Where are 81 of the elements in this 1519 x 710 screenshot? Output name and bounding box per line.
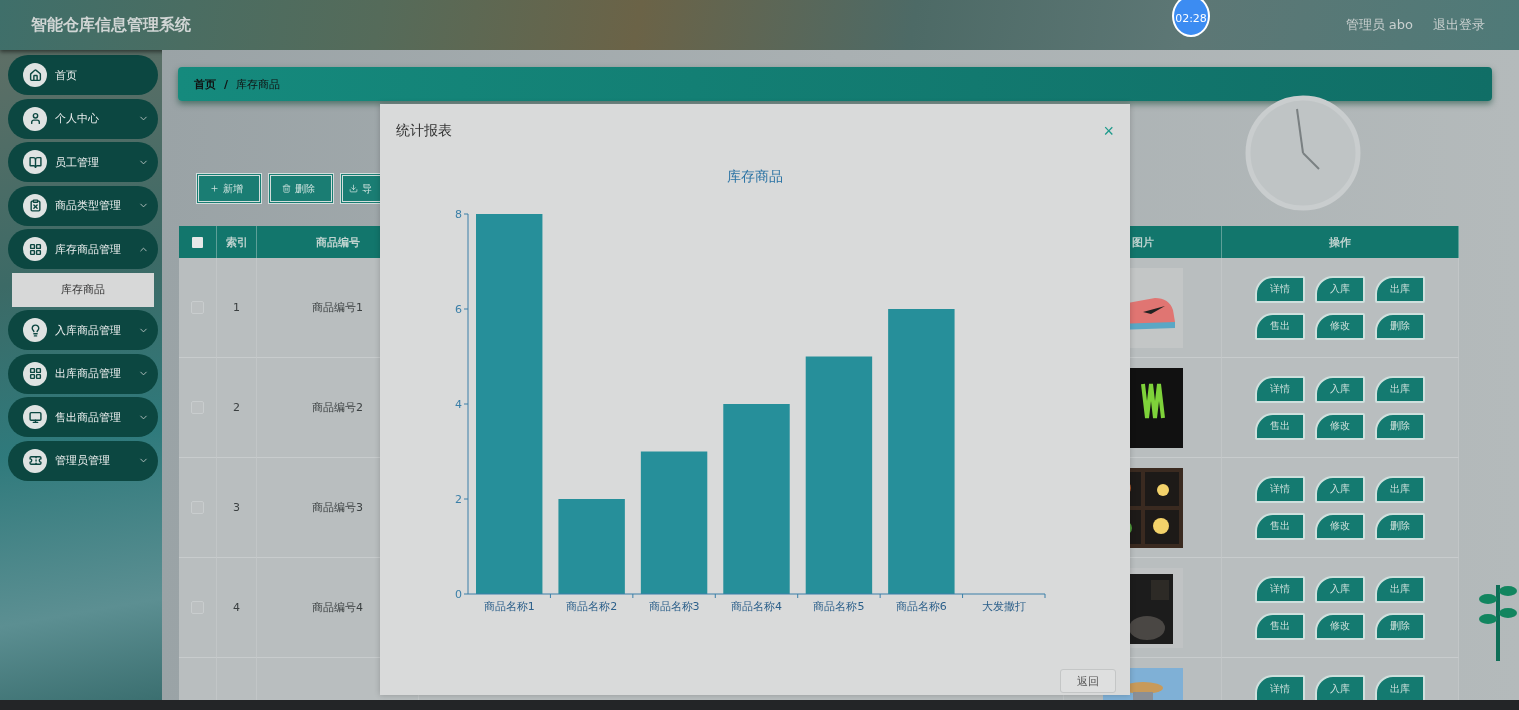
action-button[interactable]: 删除 [1375, 612, 1425, 640]
book-icon [23, 150, 47, 174]
axis-category-label: 大发撒打 [981, 600, 1026, 613]
sidebar-item[interactable]: 库存商品管理 [8, 229, 158, 269]
action-button[interactable]: 入库 [1315, 275, 1365, 303]
action-button[interactable]: 删除 [1375, 312, 1425, 340]
timer-badge: 02:28 [1172, 0, 1210, 37]
lightbulb-icon [23, 318, 47, 342]
axis-tick-label: 8 [455, 208, 462, 221]
breadcrumb-item: 库存商品 [236, 76, 281, 92]
action-button[interactable]: 修改 [1315, 512, 1365, 540]
axis-category-label: 商品名称3 [648, 600, 700, 613]
action-button[interactable]: 详情 [1255, 675, 1305, 700]
table-header-cell: 索引 [217, 226, 257, 258]
home-icon [23, 63, 47, 87]
action-button[interactable]: 入库 [1315, 475, 1365, 503]
action-button[interactable]: 删除 [1375, 412, 1425, 440]
app-title: 智能仓库信息管理系统 [31, 14, 191, 36]
logout-link[interactable]: 退出登录 [1433, 16, 1485, 34]
axis-category-label: 商品名称2 [566, 600, 618, 613]
sidebar-item[interactable]: 售出商品管理 [8, 397, 158, 437]
action-button[interactable]: 出库 [1375, 275, 1425, 303]
action-button[interactable]: 售出 [1255, 312, 1305, 340]
delete-button[interactable]: 删除 [268, 173, 334, 204]
action-button[interactable]: 入库 [1315, 675, 1365, 700]
action-button[interactable]: 售出 [1255, 512, 1305, 540]
user-icon [23, 106, 47, 131]
grid-icon [23, 361, 47, 386]
user-name: 管理员 abo [1345, 16, 1413, 34]
axis-category-label: 商品名称4 [731, 600, 782, 613]
ticket-icon [23, 448, 47, 473]
sidebar-item[interactable]: 首页 [8, 55, 158, 95]
plus-icon [209, 184, 219, 193]
close-button[interactable]: × [1103, 122, 1114, 140]
action-button[interactable]: 修改 [1315, 312, 1365, 340]
action-button[interactable]: 出库 [1375, 375, 1425, 403]
submenu-item[interactable]: 库存商品 [12, 272, 154, 307]
action-button[interactable]: 修改 [1315, 412, 1365, 440]
dialog-title: 统计报表 [396, 122, 452, 140]
breadcrumb-item[interactable]: 首页 [194, 76, 216, 92]
grid-icon [23, 237, 47, 261]
axis-tick-label: 4 [455, 398, 462, 411]
action-button[interactable]: 入库 [1315, 575, 1365, 603]
sidebar-item[interactable]: 出库商品管理 [8, 353, 158, 394]
select-all-checkbox[interactable] [192, 236, 203, 248]
table-cell: 1 [217, 258, 257, 358]
sidebar-item[interactable]: 管理员管理 [8, 440, 158, 481]
table-cell: 4 [217, 558, 257, 658]
action-button[interactable]: 出库 [1375, 475, 1425, 503]
action-button[interactable]: 修改 [1315, 612, 1365, 640]
sidebar-item[interactable]: 商品类型管理 [8, 185, 158, 226]
axis-tick-label: 0 [455, 588, 462, 601]
table-header-cell: 操作 [1222, 226, 1459, 258]
action-button[interactable]: 售出 [1255, 412, 1305, 440]
clipboard-icon [23, 193, 47, 218]
axis-category-label: 商品名称5 [813, 600, 865, 613]
action-button[interactable]: 出库 [1375, 675, 1425, 700]
table-cell: 2 [217, 358, 257, 458]
back-button[interactable]: 返回 [1060, 669, 1116, 693]
table-cell: 3 [217, 458, 257, 558]
axis-tick-label: 2 [455, 493, 462, 506]
download-icon [349, 184, 358, 193]
sidebar-item[interactable]: 入库商品管理 [8, 310, 158, 350]
axis-category-label: 商品名称6 [895, 600, 947, 613]
sidebar-item[interactable]: 员工管理 [8, 142, 158, 182]
breadcrumb-separator: / [224, 77, 229, 91]
action-button[interactable]: 出库 [1375, 575, 1425, 603]
action-button[interactable]: 详情 [1255, 375, 1305, 403]
action-button[interactable]: 详情 [1255, 575, 1305, 603]
action-button[interactable]: 详情 [1255, 275, 1305, 303]
axis-tick-label: 6 [455, 303, 462, 316]
action-button[interactable]: 详情 [1255, 475, 1305, 503]
action-button[interactable]: 入库 [1315, 375, 1365, 403]
action-button[interactable]: 删除 [1375, 512, 1425, 540]
sidebar-item[interactable]: 个人中心 [8, 98, 158, 139]
chart-title: 库存商品 [727, 168, 783, 186]
axis-category-label: 商品名称1 [483, 600, 535, 613]
monitor-icon [23, 405, 47, 429]
add-button[interactable]: 新增 [196, 173, 262, 204]
trash-icon [281, 184, 291, 193]
action-button[interactable]: 售出 [1255, 612, 1305, 640]
